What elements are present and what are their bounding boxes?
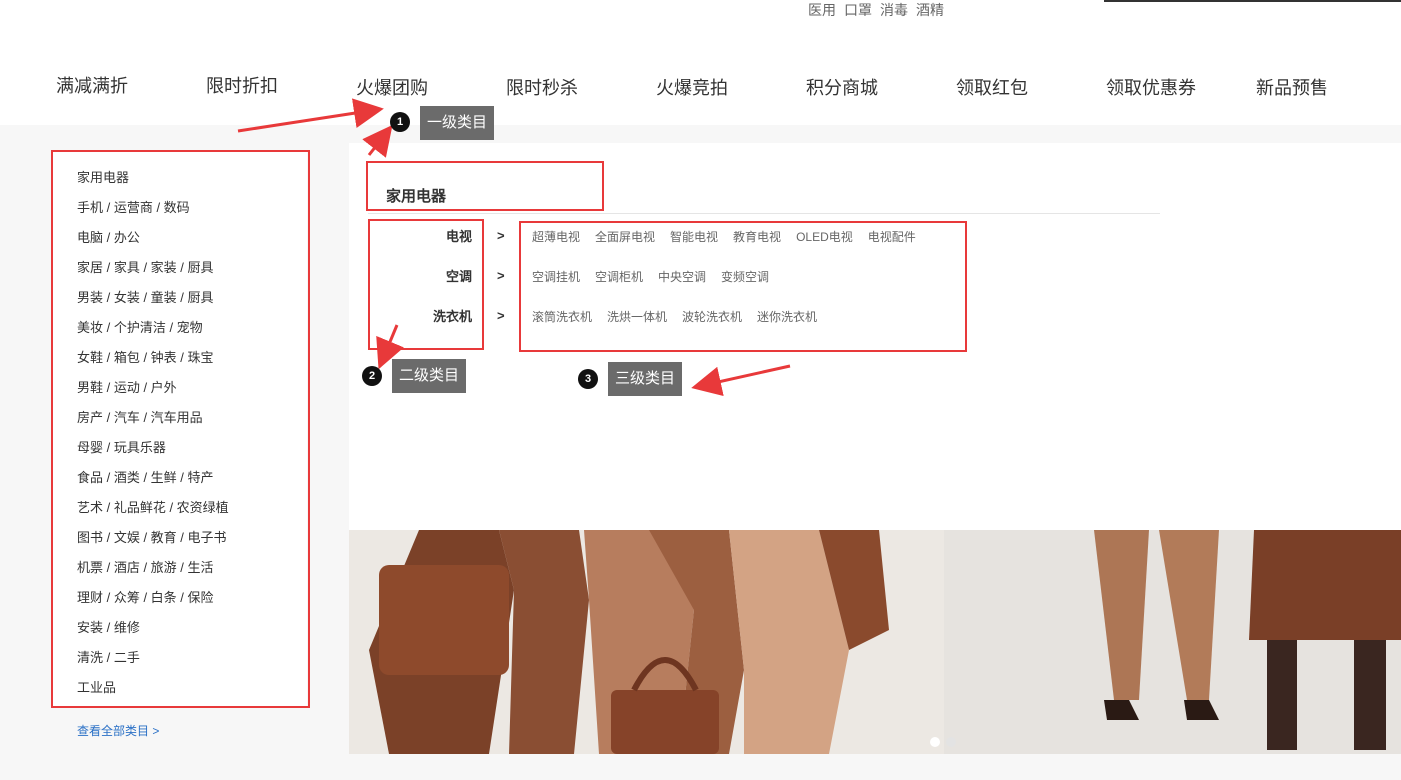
top-header: 医用 口罩 消毒 酒精 满减满折 限时折扣 火爆团购 限时秒杀 火爆竞拍 积分商城 领…	[0, 0, 1401, 125]
leaf-category-link[interactable]: 波轮洗衣机	[682, 310, 742, 324]
banner-photo	[349, 530, 1401, 754]
subcategory-ac[interactable]: 空调	[380, 266, 472, 285]
category-item[interactable]: 男鞋 / 运动 / 户外	[77, 376, 229, 406]
view-all-categories-link[interactable]: 查看全部类目 >	[77, 722, 159, 739]
chevron-right-icon: >	[497, 268, 505, 283]
leaf-category-link[interactable]: 超薄电视	[532, 230, 580, 244]
nav-item-presale[interactable]: 新品预售	[1256, 74, 1328, 100]
leaf-row-tv: 超薄电视 全面屏电视 智能电视 教育电视 OLED电视 电视配件	[532, 228, 931, 245]
leaf-category-link[interactable]: 教育电视	[733, 230, 781, 244]
nav-item-points-mall[interactable]: 积分商城	[806, 74, 878, 100]
leaf-category-link[interactable]: 智能电视	[670, 230, 718, 244]
hot-word[interactable]: 医用	[808, 2, 836, 18]
carousel-dots	[930, 734, 962, 752]
flyout-divider	[368, 213, 1160, 214]
nav-item-time-discount[interactable]: 限时折扣	[206, 72, 278, 98]
nav-item-auction[interactable]: 火爆竞拍	[656, 74, 728, 100]
subcategory-tv[interactable]: 电视	[380, 226, 472, 245]
hot-word[interactable]: 消毒	[880, 2, 908, 18]
category-sidebar: 家用电器 手机 / 运营商 / 数码 电脑 / 办公 家居 / 家具 / 家装 …	[53, 150, 307, 706]
category-item[interactable]: 机票 / 酒店 / 旅游 / 生活	[77, 556, 229, 586]
flyout-title[interactable]: 家用电器	[386, 185, 446, 206]
leaf-category-link[interactable]: 空调柜机	[595, 270, 643, 284]
annotation-number-2: 2	[362, 366, 382, 386]
category-item[interactable]: 美妆 / 个护清洁 / 宠物	[77, 316, 229, 346]
category-item[interactable]: 家用电器	[77, 166, 229, 196]
annotation-callout-level3: 三级类目	[608, 362, 683, 396]
leaf-row-washer: 滚筒洗衣机 洗烘一体机 波轮洗衣机 迷你洗衣机	[532, 308, 832, 325]
subcategory-washer[interactable]: 洗衣机	[380, 306, 472, 325]
category-item[interactable]: 食品 / 酒类 / 生鲜 / 特产	[77, 466, 229, 496]
leaf-category-link[interactable]: 空调挂机	[532, 270, 580, 284]
category-item[interactable]: 手机 / 运营商 / 数码	[77, 196, 229, 226]
category-list: 家用电器 手机 / 运营商 / 数码 电脑 / 办公 家居 / 家具 / 家装 …	[77, 166, 229, 706]
hot-word[interactable]: 口罩	[844, 2, 872, 18]
category-item[interactable]: 家居 / 家具 / 家装 / 厨具	[77, 256, 229, 286]
annotation-callout-level2: 二级类目	[392, 359, 467, 393]
leaf-category-link[interactable]: 变频空调	[721, 270, 769, 284]
category-item[interactable]: 工业品	[77, 676, 229, 706]
hero-banner[interactable]	[349, 530, 1401, 754]
chevron-right-icon: >	[497, 228, 505, 243]
hot-word[interactable]: 酒精	[916, 2, 944, 18]
nav-item-full-reduction[interactable]: 满减满折	[56, 72, 128, 98]
nav-item-flash-sale[interactable]: 限时秒杀	[506, 74, 578, 100]
category-item[interactable]: 女鞋 / 箱包 / 钟表 / 珠宝	[77, 346, 229, 376]
category-item[interactable]: 房产 / 汽车 / 汽车用品	[77, 406, 229, 436]
category-item[interactable]: 艺术 / 礼品鲜花 / 农资绿植	[77, 496, 229, 526]
leaf-category-link[interactable]: 电视配件	[868, 230, 916, 244]
leaf-category-link[interactable]: OLED电视	[796, 230, 853, 244]
carousel-dot[interactable]	[946, 737, 956, 747]
main-nav: 满减满折 限时折扣 火爆团购 限时秒杀 火爆竞拍 积分商城 领取红包 领取优惠券…	[0, 72, 1401, 98]
leaf-row-ac: 空调挂机 空调柜机 中央空调 变频空调	[532, 268, 784, 285]
nav-item-group-buy[interactable]: 火爆团购	[356, 74, 428, 100]
leaf-category-link[interactable]: 全面屏电视	[595, 230, 655, 244]
category-item[interactable]: 理财 / 众筹 / 白条 / 保险	[77, 586, 229, 616]
category-item[interactable]: 安装 / 维修	[77, 616, 229, 646]
hot-search-words: 医用 口罩 消毒 酒精	[808, 0, 952, 20]
annotation-number-3: 3	[578, 369, 598, 389]
category-item[interactable]: 电脑 / 办公	[77, 226, 229, 256]
category-flyout-panel	[349, 143, 1401, 530]
nav-item-coupons[interactable]: 领取优惠券	[1106, 74, 1196, 100]
search-box-edge	[1104, 0, 1401, 2]
leaf-category-link[interactable]: 洗烘一体机	[607, 310, 667, 324]
category-item[interactable]: 母婴 / 玩具乐器	[77, 436, 229, 466]
chevron-right-icon: >	[497, 308, 505, 323]
nav-item-red-packet[interactable]: 领取红包	[956, 74, 1028, 100]
annotation-number-1: 1	[390, 112, 410, 132]
leaf-category-link[interactable]: 中央空调	[658, 270, 706, 284]
category-item[interactable]: 清洗 / 二手	[77, 646, 229, 676]
category-item[interactable]: 图书 / 文娱 / 教育 / 电子书	[77, 526, 229, 556]
carousel-dot[interactable]	[930, 737, 940, 747]
leaf-category-link[interactable]: 滚筒洗衣机	[532, 310, 592, 324]
leaf-category-link[interactable]: 迷你洗衣机	[757, 310, 817, 324]
annotation-callout-level1: 一级类目	[420, 106, 495, 140]
category-item[interactable]: 男装 / 女装 / 童装 / 厨具	[77, 286, 229, 316]
